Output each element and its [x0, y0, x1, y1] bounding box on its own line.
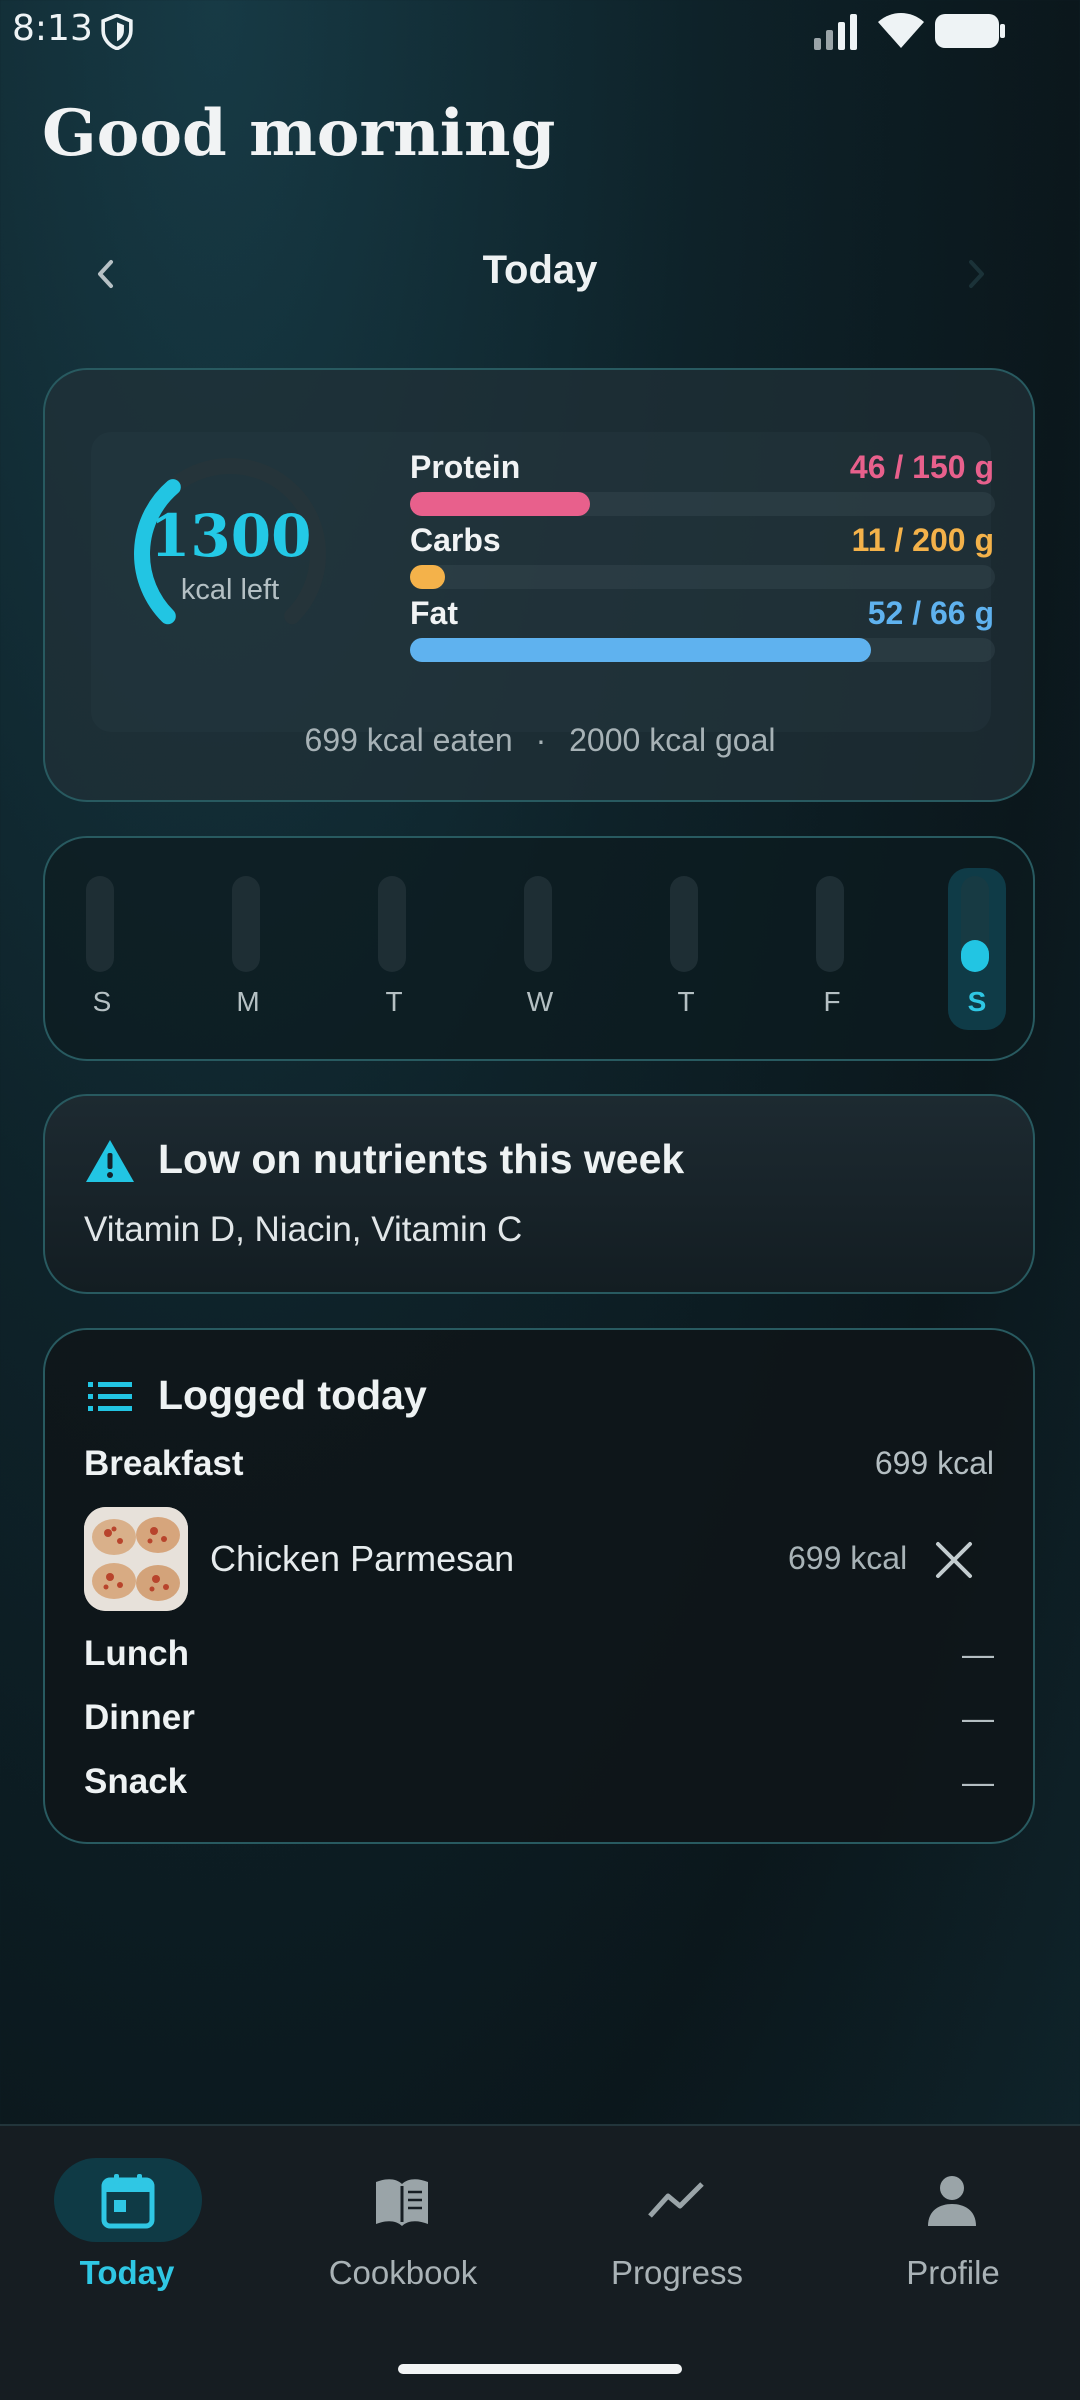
tab-profile-label: Profile [906, 2254, 1000, 2291]
signal-icon [814, 14, 857, 50]
warning-icon [86, 1140, 134, 1182]
meal-lunch-label: Lunch [84, 1634, 189, 1673]
day-label: F [823, 986, 841, 1017]
day-mon[interactable]: M [218, 876, 278, 1036]
day-bar [816, 876, 844, 972]
day-label: W [526, 986, 554, 1017]
day-bar [232, 876, 260, 972]
day-bar [670, 876, 698, 972]
book-icon [376, 2179, 428, 2226]
status-bar: 8:13 [0, 0, 1080, 62]
meal-dinner-kcal: — [962, 1700, 994, 1736]
macro-fat-value: 52 / 66 g [867, 595, 994, 631]
day-sun[interactable]: S [72, 876, 132, 1036]
macro-protein-bar [410, 492, 995, 516]
macro-protein-bar-fill [410, 492, 590, 516]
meal-dinner-label: Dinner [84, 1698, 195, 1737]
meal-snack-kcal: — [962, 1764, 994, 1800]
greeting-title: Good morning [42, 96, 556, 171]
food-thumbnail [84, 1507, 188, 1611]
day-bar [524, 876, 552, 972]
day-label: T [385, 986, 403, 1017]
day-bar [86, 876, 114, 972]
day-label: M [236, 986, 260, 1017]
day-label: S [92, 986, 112, 1017]
macro-carbs-label: Carbs [410, 522, 501, 558]
nutrient-alert-card[interactable] [43, 1094, 1035, 1294]
meal-breakfast-label: Breakfast [84, 1444, 244, 1483]
battery-icon [935, 14, 1005, 48]
meal-lunch-kcal: — [962, 1636, 994, 1672]
person-icon [928, 2176, 976, 2226]
wifi-icon [878, 13, 924, 48]
summary-footer: 699 kcal eaten · 2000 kcal goal [0, 722, 1080, 759]
chevron-right-icon[interactable] [952, 250, 1000, 298]
macro-fat-label: Fat [410, 595, 458, 631]
date-title: Today [482, 248, 598, 292]
macro-carbs-value: 11 / 200 g [851, 522, 994, 558]
date-navigator: Today [0, 236, 1080, 312]
shield-icon [101, 14, 133, 50]
remove-item-button[interactable] [930, 1536, 978, 1584]
status-time: 8:13 [12, 8, 93, 49]
footer-separator: · [535, 722, 547, 758]
macro-protein-label: Protein [410, 449, 521, 485]
meal-snack-label: Snack [84, 1762, 188, 1801]
food-item-kcal: 699 kcal [788, 1540, 908, 1576]
macro-fat-bar-fill [410, 638, 871, 662]
day-bar [378, 876, 406, 972]
day-bar [961, 876, 989, 972]
tab-cookbook-label: Cookbook [328, 2254, 478, 2291]
food-item-name[interactable]: Chicken Parmesan [210, 1538, 514, 1580]
close-icon [936, 1542, 972, 1578]
day-bar-fill [961, 940, 989, 972]
macro-carbs-bar [410, 565, 995, 589]
tab-progress-label: Progress [610, 2254, 744, 2291]
tab-today-label: Today [79, 2254, 175, 2291]
kcal-goal: 2000 kcal goal [569, 722, 776, 758]
kcal-left-value: 1300 [150, 502, 312, 570]
macro-fat-bar [410, 638, 995, 662]
macro-protein-value: 46 / 150 g [849, 449, 994, 485]
day-sat[interactable]: S [947, 876, 1007, 1036]
kcal-eaten: 699 kcal eaten [304, 722, 513, 758]
calendar-icon [101, 2174, 155, 2229]
chicken-parmesan-image [84, 1507, 188, 1611]
day-label: T [677, 986, 695, 1017]
macro-carbs-bar-fill [410, 565, 446, 589]
home-indicator[interactable] [398, 2364, 682, 2374]
meal-breakfast-kcal: 699 kcal [874, 1445, 994, 1481]
day-fri[interactable]: F [802, 876, 862, 1036]
alert-body: Vitamin D, Niacin, Vitamin C [84, 1210, 523, 1249]
day-wed[interactable]: W [510, 876, 570, 1036]
day-label: S [967, 986, 987, 1017]
kcal-left-label: kcal left [180, 574, 280, 606]
day-tue[interactable]: T [364, 876, 424, 1036]
day-thu[interactable]: T [656, 876, 716, 1036]
alert-title: Low on nutrients this week [158, 1136, 685, 1182]
logged-title: Logged today [158, 1372, 427, 1418]
list-icon [88, 1382, 132, 1411]
trending-icon [648, 2182, 704, 2218]
